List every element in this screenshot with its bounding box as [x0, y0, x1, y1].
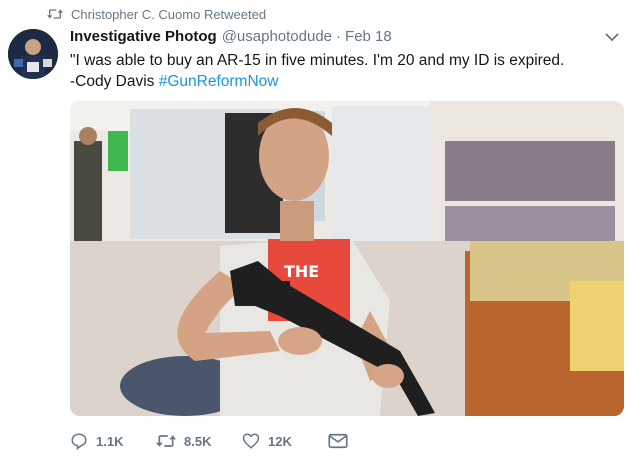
tweet-text: "I was able to buy an AR-15 in five minu… — [70, 50, 610, 92]
retweet-button[interactable]: 8.5K — [156, 432, 242, 450]
tweet-actions: 1.1K 8.5K 12K — [70, 430, 356, 452]
envelope-icon — [328, 433, 348, 449]
tweet-text-line2: -Cody Davis #GunReformNow — [70, 71, 610, 92]
tweet-header: Investigative Photog @usaphotodude · Feb… — [70, 28, 392, 45]
tweet-text-attribution: -Cody Davis — [70, 73, 159, 90]
shirt-print-text: THE — [284, 262, 319, 281]
retweet-banner: Christopher C. Cuomo Retweeted — [47, 6, 266, 22]
separator-dot: · — [336, 28, 342, 45]
tweet-text-line1: "I was able to buy an AR-15 in five minu… — [70, 52, 565, 69]
direct-message-button[interactable] — [328, 433, 356, 449]
retweet-count: 8.5K — [184, 433, 212, 449]
reply-count: 1.1K — [96, 433, 124, 449]
hashtag-link[interactable]: #GunReformNow — [159, 73, 279, 90]
like-count: 12K — [268, 433, 292, 449]
retweet-banner-text: Christopher C. Cuomo Retweeted — [71, 6, 267, 22]
chevron-down-icon[interactable] — [605, 32, 619, 42]
photo-scene: THE — [70, 101, 624, 416]
author-handle[interactable]: @usaphotodude — [222, 28, 332, 45]
retweet-icon — [156, 434, 176, 448]
reply-icon — [71, 433, 87, 450]
avatar[interactable] — [8, 29, 58, 79]
heart-icon — [242, 433, 260, 449]
reply-button[interactable]: 1.1K — [70, 432, 156, 450]
tweet-photo[interactable]: THE — [70, 101, 624, 416]
tweet-date[interactable]: Feb 18 — [345, 28, 392, 45]
like-button[interactable]: 12K — [242, 432, 328, 450]
retweet-icon — [47, 9, 63, 19]
author-name[interactable]: Investigative Photog — [70, 28, 217, 45]
